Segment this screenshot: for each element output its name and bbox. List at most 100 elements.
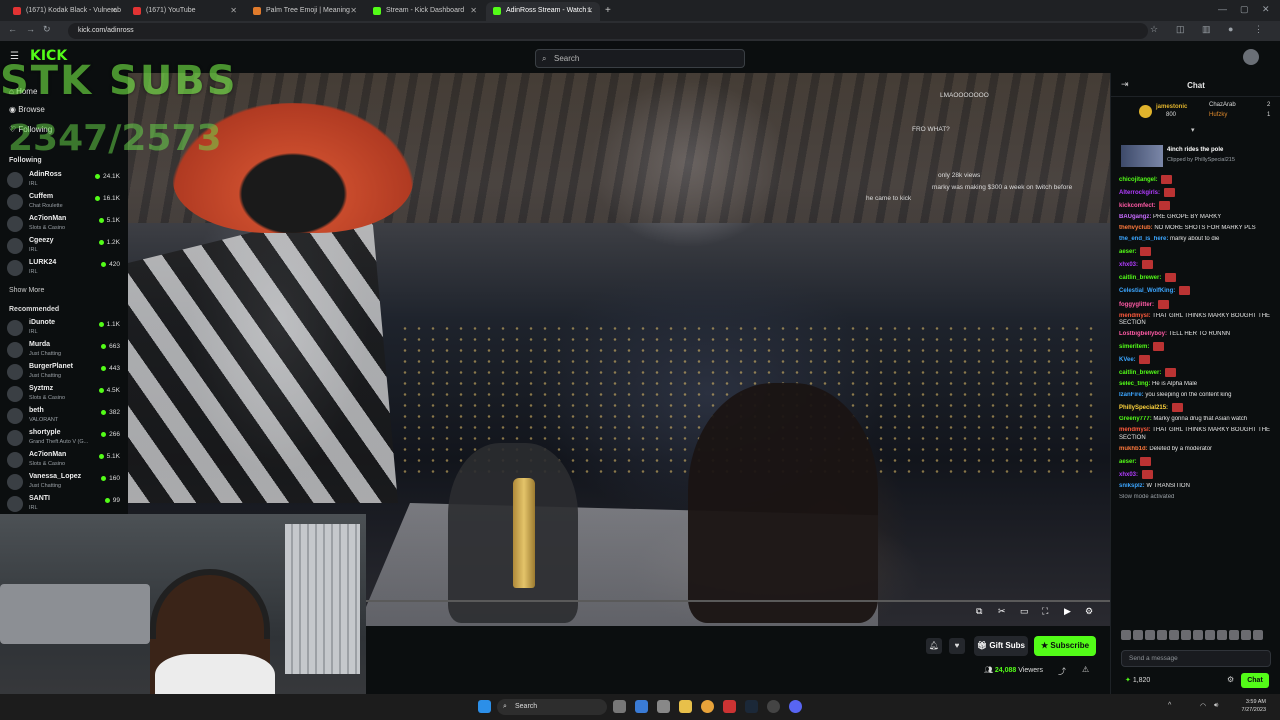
chat-username[interactable]: the_end_is_here: (1119, 236, 1168, 242)
chat-username[interactable]: caitlin_brewer: (1119, 275, 1161, 281)
emote-icon[interactable] (1217, 630, 1227, 640)
clip-icon[interactable]: ✂ (998, 606, 1006, 617)
chat-message[interactable]: mendmysl: THAT GIRL THINKS MARKY BOUGHT … (1119, 313, 1277, 328)
browser-tab-2[interactable]: (1671) YouTube ✕ (126, 2, 244, 21)
recommended-channel[interactable]: Vanessa_Lopez Just Chatting 160 (7, 472, 123, 494)
chat-username[interactable]: mukhb1d: (1119, 446, 1148, 452)
chat-message[interactable]: caitlin_brewer: (1119, 368, 1277, 378)
following-channel[interactable]: Ac7ionMan Slots & Casino 5.1K (7, 214, 123, 236)
user-avatar[interactable] (1243, 49, 1259, 65)
recommended-channel[interactable]: BurgerPlanet Just Chatting 443 (7, 362, 123, 384)
emote-icon[interactable] (1241, 630, 1251, 640)
chat-username[interactable]: thehvyclub: (1119, 225, 1153, 231)
sidebar-browse[interactable]: ◉ Browse (9, 105, 45, 114)
chat-username[interactable]: Celestial_WolfKing: (1119, 289, 1175, 295)
chat-username[interactable]: simeritem: (1119, 344, 1149, 350)
chat-username[interactable]: Lostbigbellyboy: (1119, 331, 1167, 337)
gifter-name[interactable]: ChazArab (1209, 102, 1236, 108)
chat-username[interactable]: chicojitangel: (1119, 177, 1158, 183)
chat-message[interactable]: chicojitangel: (1119, 175, 1277, 185)
chat-username[interactable]: PhillySpecial215: (1119, 405, 1168, 411)
chat-message[interactable]: Alterrockgirls: (1119, 188, 1277, 198)
profile-icon[interactable]: ● (1228, 24, 1233, 34)
chat-username[interactable]: caitlin_brewer: (1119, 370, 1161, 376)
share-icon[interactable]: ⤴ (1058, 666, 1066, 677)
chat-message[interactable]: BAUgangz: PRE GROPE BY MARKY (1119, 214, 1277, 222)
chat-message[interactable]: sniksplz: W TRANSITION (1119, 483, 1277, 491)
recommended-channel[interactable]: shortyple Grand Theft Auto V (G... 266 (7, 428, 123, 450)
following-channel[interactable]: AdinRoss IRL 24.1K (7, 170, 123, 192)
subscribe-button[interactable]: ★ Subscribe (1034, 636, 1096, 656)
play-icon[interactable]: ▶ (1064, 606, 1071, 617)
recommended-channel[interactable]: Ac7ionMan Slots & Casino 5.1K (7, 450, 123, 472)
emote-icon[interactable] (1181, 630, 1191, 640)
chat-username[interactable]: sniksplz: (1119, 483, 1145, 489)
browser-tab-1[interactable]: (1671) Kodak Black - Vulnerab ✕ (6, 2, 124, 21)
browser-tab-5[interactable]: AdinRoss Stream - Watch L ✕ (486, 2, 600, 21)
new-tab-button[interactable]: + (602, 2, 616, 21)
emote-icon[interactable] (1145, 630, 1155, 640)
file-explorer-icon[interactable] (679, 700, 692, 713)
windows-start-icon[interactable] (478, 700, 491, 713)
show-more-link[interactable]: Show More (9, 287, 44, 294)
task-view-icon[interactable] (613, 700, 626, 713)
emote-icon[interactable] (1193, 630, 1203, 640)
recommended-channel[interactable]: Syztmz Slots & Casino 4.5K (7, 384, 123, 406)
chat-username[interactable]: IzanFire: (1119, 392, 1144, 398)
chat-username[interactable]: foggyglitter: (1119, 302, 1154, 308)
following-channel[interactable]: Cuffem Chat Roulette 16.1K (7, 192, 123, 214)
close-tab-icon[interactable]: ✕ (350, 2, 357, 19)
following-channel[interactable]: LURK24 IRL 420 (7, 258, 123, 280)
recommended-channel[interactable]: beth VALORANT 382 (7, 406, 123, 428)
tray-chevron-icon[interactable]: ^ (1168, 702, 1171, 709)
chat-message[interactable]: mukhb1d: Deleted by a moderator (1119, 446, 1277, 454)
window-close-icon[interactable]: ✕ (1262, 4, 1270, 15)
sidepanel-icon[interactable]: ▥ (1202, 24, 1211, 35)
emote-icon[interactable] (1229, 630, 1239, 640)
menu-dots-icon[interactable]: ⋮ (1254, 24, 1263, 35)
url-field[interactable]: kick.com/adinross (68, 23, 1148, 39)
chat-username[interactable]: BAUgangz: (1119, 214, 1151, 220)
send-chat-button[interactable]: Chat (1241, 673, 1269, 688)
chat-message[interactable]: IzanFire: you sleeping on the content ki… (1119, 392, 1277, 400)
wifi-icon[interactable]: ◠ (1200, 702, 1206, 710)
chat-message[interactable]: PhillySpecial215: (1119, 403, 1277, 413)
emote-icon[interactable] (1169, 630, 1179, 640)
chat-message[interactable]: aeser: (1119, 247, 1277, 257)
maximize-icon[interactable]: ▢ (1240, 4, 1249, 15)
recommended-channel[interactable]: SANTI IRL 99 (7, 494, 123, 516)
channel-points[interactable]: ✦ 1,820 (1125, 676, 1150, 684)
fullscreen-icon[interactable]: ⛶ (1042, 606, 1048, 617)
chat-username[interactable]: aeser: (1119, 249, 1137, 255)
chat-message[interactable]: Lostbigbellyboy: TELL HER TO RUNNN (1119, 331, 1277, 339)
report-warning-icon[interactable]: ⚠ (1082, 665, 1089, 674)
edge-icon[interactable] (635, 700, 648, 713)
chat-username[interactable]: Greeny777: (1119, 416, 1152, 422)
chat-username[interactable]: xhx03: (1119, 472, 1138, 478)
chat-message[interactable]: selec_ting: He is Alpha Male (1119, 381, 1277, 389)
steam-icon[interactable] (745, 700, 758, 713)
chat-message[interactable]: KVee: (1119, 355, 1277, 365)
emote-icon[interactable] (1133, 630, 1143, 640)
browser-tab-4[interactable]: Stream - Kick Dashboard ✕ (366, 2, 484, 21)
gifter-name[interactable]: Hufzky (1209, 112, 1227, 118)
close-tab-icon[interactable]: ✕ (230, 2, 237, 19)
chat-message-input[interactable]: Send a message (1121, 650, 1271, 667)
following-channel[interactable]: Cgeezy IRL 1.2K (7, 236, 123, 258)
close-tab-icon[interactable]: ✕ (586, 2, 593, 19)
recommended-channel[interactable]: Murda Just Chatting 663 (7, 340, 123, 362)
taskbar-clock[interactable]: 3:59 AM 7/27/2023 (1242, 698, 1266, 714)
forward-icon[interactable]: → (26, 24, 35, 34)
chat-username[interactable]: kickcomfect: (1119, 203, 1156, 209)
chat-message[interactable]: simeritem: (1119, 342, 1277, 352)
chat-username[interactable]: mendmysl: (1119, 313, 1151, 319)
clip-thumbnail[interactable] (1121, 145, 1163, 167)
chat-message[interactable]: mendmysl: THAT GIRL THINKS MARKY BOUGHT … (1119, 427, 1277, 442)
close-tab-icon[interactable]: ✕ (470, 2, 477, 19)
extensions-icon[interactable]: ◫ (1176, 24, 1185, 35)
chat-username[interactable]: aeser: (1119, 459, 1137, 465)
chat-settings-gear-icon[interactable]: ⚙ (1227, 675, 1234, 684)
chat-message[interactable]: kickcomfect: (1119, 201, 1277, 211)
reload-icon[interactable]: ↻ (43, 24, 51, 35)
chat-username[interactable]: xhx03: (1119, 262, 1138, 268)
